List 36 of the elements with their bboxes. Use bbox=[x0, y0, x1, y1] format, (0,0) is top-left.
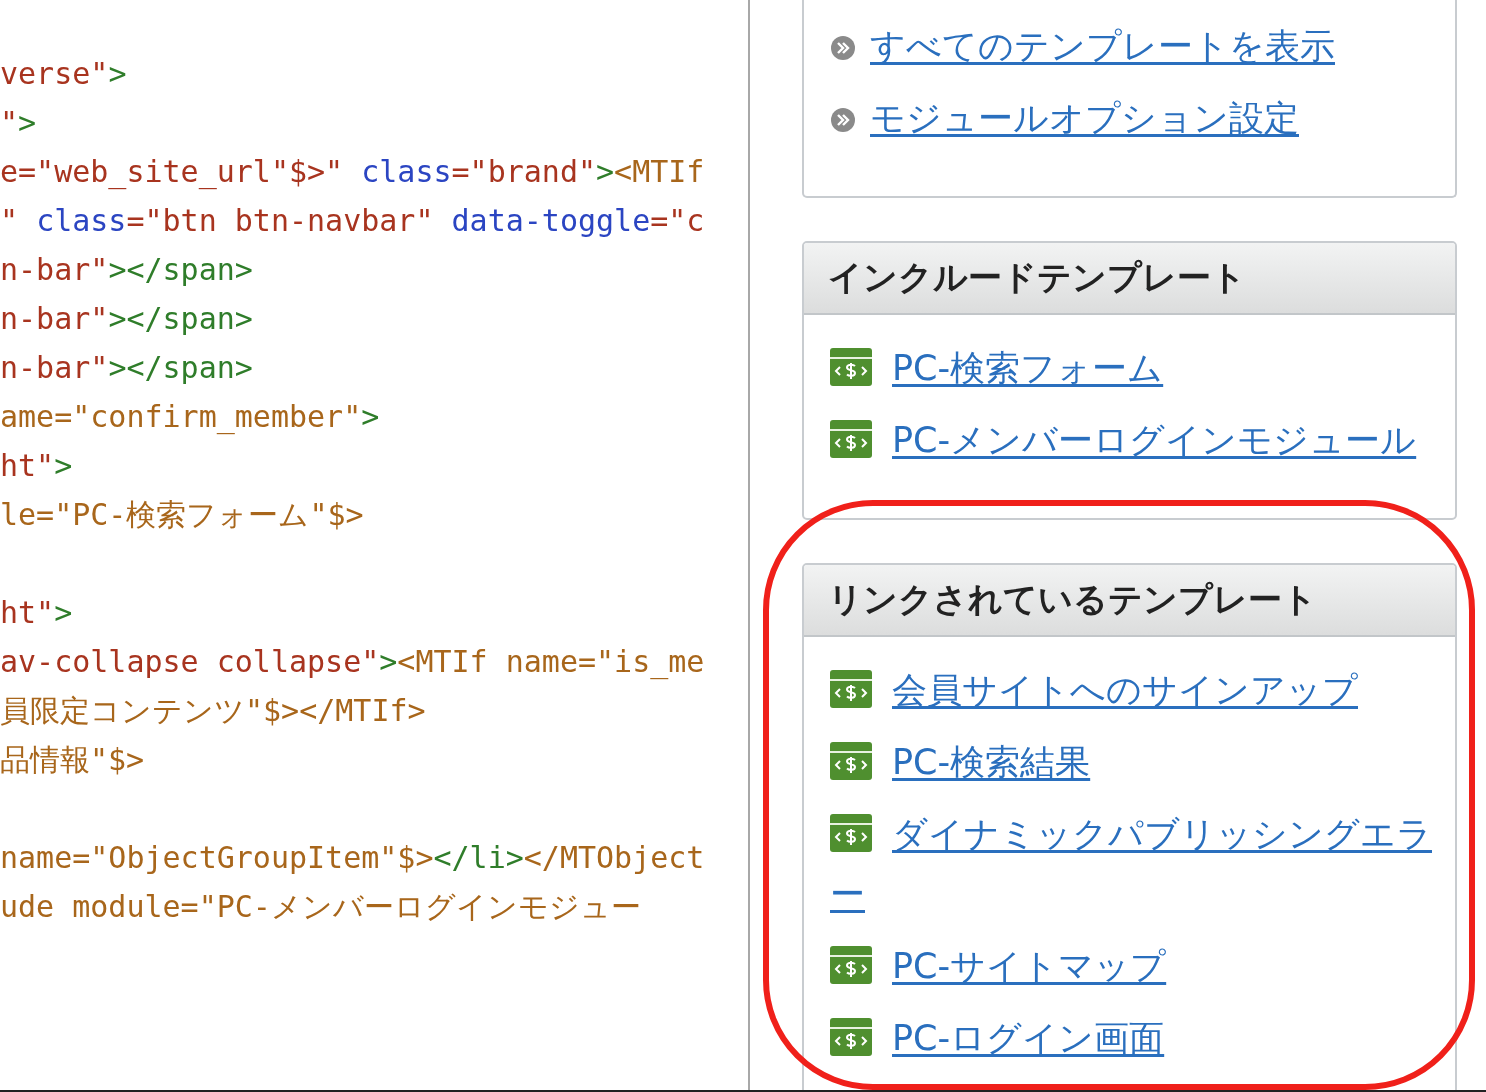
template-icon bbox=[830, 348, 872, 386]
code-line: name="ObjectGroupItem"$></li></MTObject bbox=[0, 839, 705, 877]
panel-title: リンクされているテンプレート bbox=[804, 565, 1455, 637]
template-link[interactable]: PC-検索結果 bbox=[830, 732, 1443, 792]
template-icon bbox=[830, 1018, 872, 1056]
code-line: "> bbox=[0, 104, 37, 142]
code-line: n-bar"></span> bbox=[0, 349, 253, 387]
template-link[interactable]: PC-ログイン画面 bbox=[830, 1008, 1443, 1068]
template-icon bbox=[830, 670, 872, 708]
action-link[interactable]: モジュールオプション設定 bbox=[830, 88, 1443, 148]
template-link[interactable]: PC-検索フォーム bbox=[830, 338, 1443, 398]
template-link[interactable]: ダイナミックパブリッシングエラー bbox=[830, 804, 1443, 924]
action-link[interactable]: すべてのテンプレートを表示 bbox=[830, 16, 1443, 76]
template-icon bbox=[830, 742, 872, 780]
code-line: n-bar"></span> bbox=[0, 300, 253, 338]
code-line: ht"> bbox=[0, 447, 73, 485]
code-line: e="web_site_url"$>" class="brand"><MTIf bbox=[0, 153, 705, 192]
code-line: ude module="PC-メンバーログインモジュー bbox=[0, 888, 641, 926]
code-line: ame="confirm_member"> bbox=[0, 398, 380, 437]
code-line: 品情報"$> bbox=[0, 741, 145, 779]
template-link[interactable]: PC-メンバーログインモジュール bbox=[830, 410, 1443, 470]
code-line: av-collapse collapse"><MTIf name="is_me bbox=[0, 643, 705, 682]
code-line: le="PC-検索フォーム"$> bbox=[0, 496, 364, 534]
template-icon bbox=[830, 814, 872, 852]
code-line: 員限定コンテンツ"$></MTIf> bbox=[0, 692, 426, 730]
double-chevron-icon bbox=[830, 107, 856, 133]
template-link[interactable]: PC-サイトマップ bbox=[830, 936, 1443, 996]
panel-title: インクルードテンプレート bbox=[804, 243, 1455, 315]
template-link[interactable]: 会員サイトへのサインアップ bbox=[830, 660, 1443, 720]
code-line: verse"> bbox=[0, 55, 127, 93]
code-line: ht"> bbox=[0, 594, 73, 632]
code-line: " class="btn btn-navbar" data-toggle="c bbox=[0, 202, 705, 240]
template-icon bbox=[830, 420, 872, 458]
double-chevron-icon bbox=[830, 35, 856, 61]
code-line: n-bar"></span> bbox=[0, 251, 253, 289]
template-icon bbox=[830, 946, 872, 984]
